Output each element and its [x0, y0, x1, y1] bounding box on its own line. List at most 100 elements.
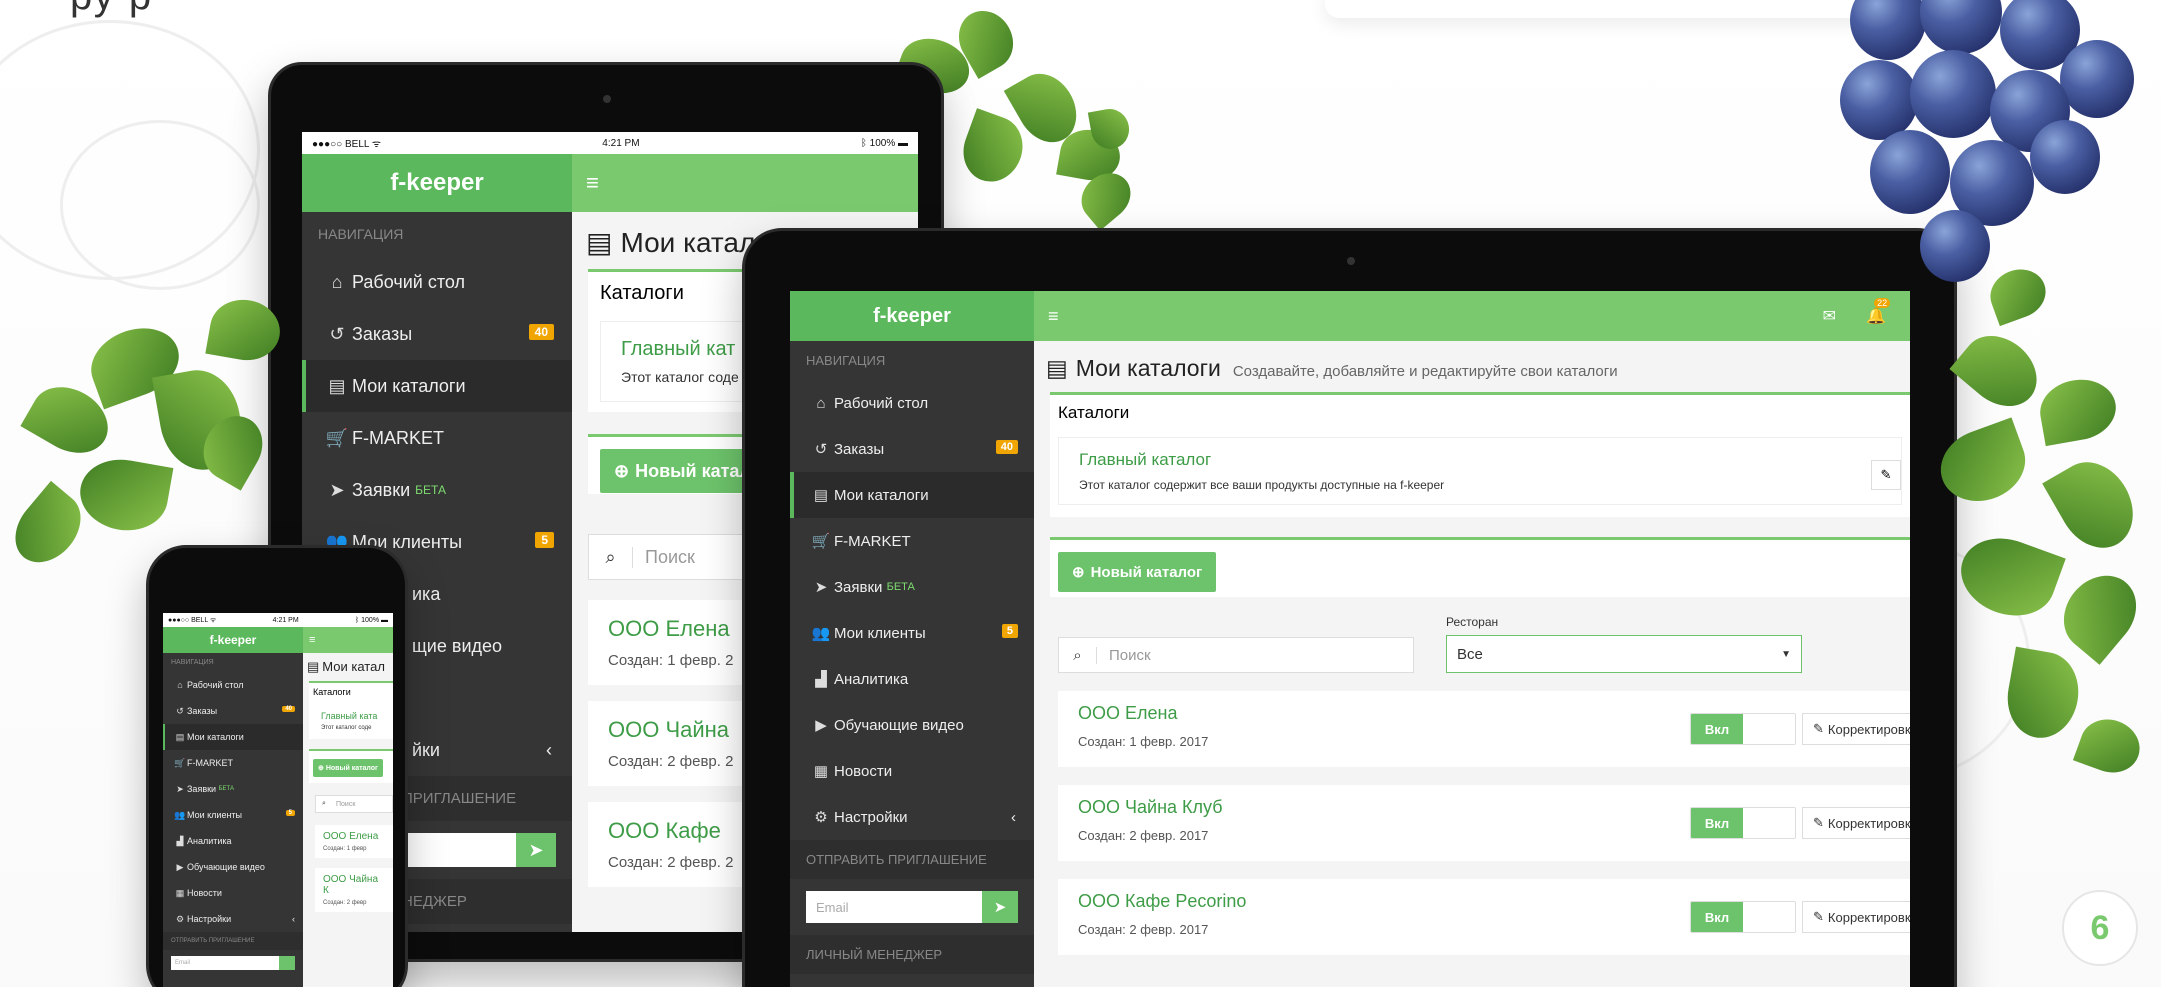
app-logo[interactable]: f-keeper: [163, 627, 303, 653]
supplier-row[interactable]: ООО Чайна Клуб Создан: 2 февр. 2017 Вкл …: [1058, 785, 1910, 861]
orders-badge: 40: [528, 324, 554, 340]
new-catalog-button[interactable]: ⊕ Новый каталог: [313, 759, 383, 777]
chevron-left-icon: ‹: [292, 914, 295, 924]
sidebar-item-orders[interactable]: ↺ Заказы 40: [163, 698, 303, 724]
sidebar-item-analytics[interactable]: ▟ Аналитика: [790, 656, 1034, 702]
main-catalog-card[interactable]: Главный ката Этот каталог соде: [313, 707, 389, 735]
sidebar-item-fmarket[interactable]: 🛒 F-MARKET: [163, 750, 303, 776]
sidebar-item-orders[interactable]: ↺ Заказы 40: [302, 308, 572, 360]
search-icon: ⌕: [322, 800, 326, 807]
top-bar: ≡: [303, 627, 393, 653]
chevron-left-icon: ‹: [546, 739, 552, 760]
email-field[interactable]: Email: [171, 956, 279, 970]
sidebar-item-dashboard[interactable]: ⌂ Рабочий стол: [790, 380, 1034, 426]
supplier-row[interactable]: ООО Елена Создан: 1 февр. 2017 Вкл ✎ Корр…: [1058, 691, 1910, 767]
main-catalog-title[interactable]: Главный каталог: [1079, 450, 1881, 470]
supplier-row[interactable]: ООО Кафе Pecorino Создан: 2 февр. 2017 В…: [1058, 879, 1910, 955]
sidebar-item-catalogs[interactable]: ▤ Мои каталоги: [163, 724, 303, 750]
new-catalog-button[interactable]: ⊕ Новый каталог: [1058, 552, 1217, 592]
send-icon: ➤: [329, 479, 345, 500]
menu-icon[interactable]: ≡: [1048, 306, 1059, 327]
sidebar-item-catalogs[interactable]: ▤ Мои каталоги: [302, 360, 572, 412]
play-icon: ▶: [176, 861, 184, 872]
clock: 4:21 PM: [602, 137, 640, 149]
send-invite-button[interactable]: ➤: [982, 891, 1018, 923]
enable-toggle[interactable]: Вкл: [1690, 713, 1796, 745]
invite-form: Email ➤: [790, 879, 1034, 935]
edit-pencil-icon[interactable]: ✎: [1871, 460, 1901, 490]
sidebar-item-requests[interactable]: ➤ Заявки БЕТА: [163, 776, 303, 802]
app-logo[interactable]: f-keeper: [790, 291, 1034, 341]
page-title: ▤ Мои катал: [307, 659, 385, 674]
supplier-row[interactable]: ООО Елена Создан: 1 февр: [315, 825, 393, 858]
chevron-left-icon: ‹: [1011, 808, 1016, 826]
envelope-icon[interactable]: ✉: [1823, 306, 1836, 326]
sidebar-item-settings[interactable]: ⚙ Настройки ‹: [790, 794, 1034, 840]
sidebar-item-requests[interactable]: ➤ Заявки БЕТА: [790, 564, 1034, 610]
sidebar-item-news[interactable]: ▦ Новости: [790, 748, 1034, 794]
enable-toggle[interactable]: Вкл: [1690, 807, 1796, 839]
price-edit-button[interactable]: ✎Корректировка ц: [1802, 901, 1910, 933]
sidebar-item-fmarket[interactable]: 🛒 F-MARKET: [790, 518, 1034, 564]
cart-icon: 🛒: [325, 427, 349, 448]
app-logo[interactable]: f-keeper: [302, 154, 572, 212]
sidebar-item-analytics[interactable]: ▟ Аналитика: [163, 828, 303, 854]
sidebar-item-news[interactable]: ▦ Новости: [163, 880, 303, 906]
invite-form: Email: [163, 950, 303, 976]
top-bar: ≡ ✉ 🔔 22: [1034, 291, 1910, 341]
main-content: ≡ ✉ 🔔 22 ▤ Мои каталоги Создавайте, добавля…: [1034, 291, 1910, 987]
sidebar-item-fmarket[interactable]: 🛒 F-MARKET: [302, 412, 572, 464]
home-icon: ⌂: [816, 394, 826, 412]
large-tablet-device: f-keeper НАВИГАЦИЯ ⌂ Рабочий стол ↺ Заказы…: [742, 228, 1957, 987]
list-icon: ▤: [328, 375, 346, 396]
price-edit-button[interactable]: ✎Корректировка ц: [1802, 807, 1910, 839]
phone-screen: ●●●○○ BELL ᯤ 4:21 PM ᛒ 100% ▬ f-keeper Н…: [163, 613, 393, 987]
sidebar: f-keeper НАВИГАЦИЯ ⌂ Рабочий стол ↺ Заказы…: [163, 627, 303, 987]
news-icon: ▦: [175, 887, 185, 898]
sidebar-item-clients[interactable]: 👥 Мои клиенты 5: [163, 802, 303, 828]
nav-section-title: НАВИГАЦИЯ: [318, 226, 404, 242]
pencil-icon: ✎: [1813, 909, 1824, 924]
sidebar-item-videos[interactable]: ▶ Обучающие видео: [790, 702, 1034, 748]
battery: ᛒ 100% ▬: [860, 137, 908, 149]
search-icon: ⌕: [1059, 646, 1097, 664]
send-invite-button[interactable]: [279, 956, 295, 970]
caret-down-icon: ▼: [1781, 648, 1791, 660]
sidebar: f-keeper НАВИГАЦИЯ ⌂ Рабочий стол ↺ Заказы…: [790, 291, 1034, 987]
supplier-row[interactable]: ООО Чайна К Создан: 2 февр: [315, 868, 393, 912]
sidebar-item-clients[interactable]: 👥 Мои клиенты 5: [790, 610, 1034, 656]
email-field[interactable]: [406, 833, 516, 867]
history-icon: ↺: [329, 323, 345, 344]
menu-icon[interactable]: ≡: [586, 170, 599, 196]
gears-icon: ⚙: [175, 913, 185, 924]
sidebar-item-catalogs[interactable]: ▤ Мои каталоги: [790, 472, 1034, 518]
sidebar-item-dashboard[interactable]: ⌂ Рабочий стол: [163, 672, 303, 698]
page-number: 6: [2062, 890, 2138, 966]
sidebar-item-videos[interactable]: ▶ Обучающие видео: [163, 854, 303, 880]
send-invite-button[interactable]: ➤: [516, 833, 556, 867]
list-icon: ▤: [307, 659, 320, 674]
email-field[interactable]: Email: [806, 891, 982, 923]
menu-icon[interactable]: ≡: [309, 634, 315, 646]
users-icon: 👥: [174, 809, 186, 820]
catalogs-panel: Каталоги Главный каталог Этот каталог со…: [1050, 392, 1910, 517]
search-input[interactable]: ⌕ Поиск: [1058, 637, 1414, 673]
status-bar: ●●●○○ BELL ᯤ 4:21 PM ᛒ 100% ▬: [163, 613, 393, 627]
new-catalog-button[interactable]: ⊕ Новый катал: [600, 449, 765, 493]
sidebar-item-settings[interactable]: ⚙ Настройки ‹: [163, 906, 303, 932]
clients-badge: 5: [1001, 624, 1018, 638]
search-input[interactable]: ⌕ Поиск: [315, 795, 393, 813]
restaurant-select[interactable]: Все ▼: [1446, 635, 1802, 673]
orders-badge: 40: [995, 440, 1018, 454]
sidebar-item-orders[interactable]: ↺ Заказы 40: [790, 426, 1034, 472]
send-icon: ➤: [176, 783, 184, 794]
main-catalog-card[interactable]: Главный каталог Этот каталог содержит вс…: [1058, 437, 1902, 505]
history-icon: ↺: [814, 441, 828, 458]
sidebar-item-dashboard[interactable]: ⌂ Рабочий стол: [302, 256, 572, 308]
nav-section-title: НАВИГАЦИЯ: [806, 353, 886, 368]
sidebar-item-requests[interactable]: ➤ Заявки БЕТА: [302, 464, 572, 516]
enable-toggle[interactable]: Вкл: [1690, 901, 1796, 933]
page-subtitle: Создавайте, добавляйте и редактируйте св…: [1232, 363, 1618, 380]
price-edit-button[interactable]: ✎Корректировка ц: [1802, 713, 1910, 745]
bell-icon[interactable]: 🔔 22: [1866, 298, 1891, 326]
